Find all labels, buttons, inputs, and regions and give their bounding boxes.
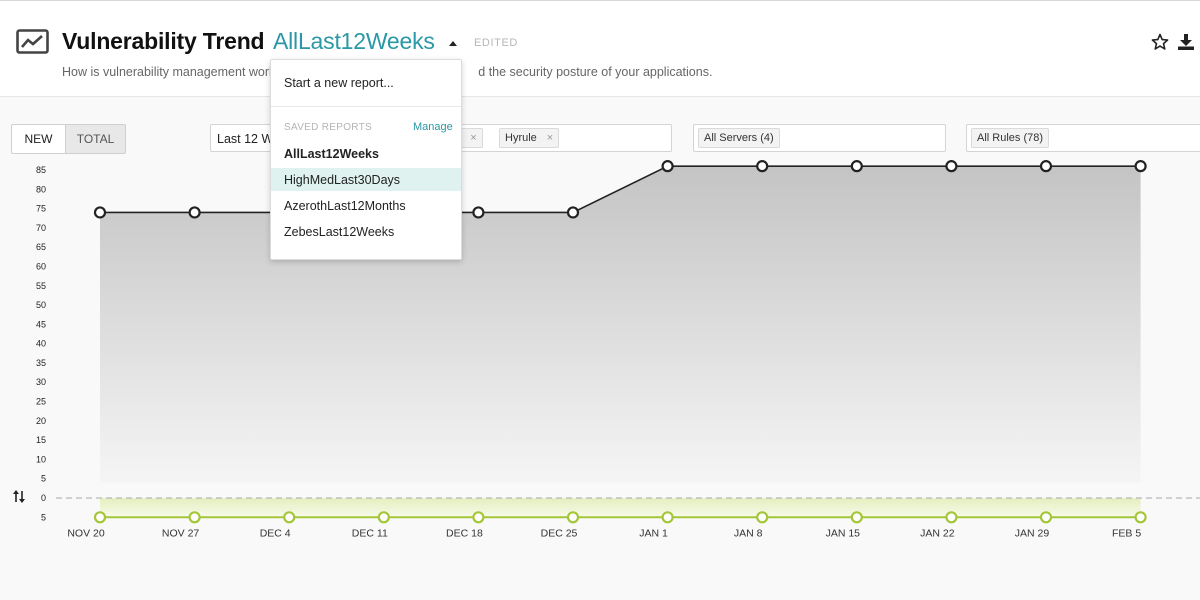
report-selector[interactable]: AllLast12Weeks: [273, 28, 435, 55]
y-tick-label: 45: [36, 319, 46, 329]
y-tick-label: 85: [36, 165, 46, 175]
new-data-point: [1134, 511, 1147, 524]
y-tick-label: 5: [41, 474, 46, 484]
page-title: Vulnerability Trend: [62, 28, 265, 54]
total-data-point: [566, 206, 580, 219]
x-tick-label: JAN 29: [1015, 527, 1050, 539]
x-tick-label: DEC 4: [260, 527, 291, 539]
download-icon[interactable]: [1177, 33, 1195, 51]
x-tick-label: JAN 22: [920, 527, 955, 539]
saved-report-item[interactable]: HighMedLast30Days: [271, 168, 461, 191]
servers-filter[interactable]: All Servers (4): [693, 124, 946, 152]
x-tick-label: JAN 15: [826, 527, 861, 539]
subtitle-left: How is vulnerability management work: [62, 65, 276, 79]
saved-report-item[interactable]: ZebesLast12Weeks: [271, 220, 461, 243]
new-data-point: [945, 511, 958, 524]
new-data-point: [850, 511, 863, 524]
y-tick-label: 25: [36, 397, 46, 407]
total-data-point: [1039, 160, 1053, 173]
environment-filter[interactable]: th× Hyrule×: [440, 124, 672, 152]
chip-remove-icon[interactable]: ×: [547, 132, 553, 144]
new-data-point: [661, 511, 674, 524]
environment-chip: Hyrule ×: [499, 128, 560, 148]
line-chart-icon: [16, 29, 49, 54]
total-data-point: [661, 160, 674, 173]
y-tick-label: 30: [36, 377, 46, 387]
new-data-point: [472, 511, 485, 524]
y-tick-label: 20: [36, 416, 46, 426]
new-data-point: [1039, 511, 1053, 524]
x-tick-label: NOV 27: [162, 527, 200, 539]
total-data-point: [945, 160, 958, 173]
servers-chip: All Servers (4): [698, 128, 780, 148]
start-new-report-item[interactable]: Start a new report...: [271, 60, 461, 107]
saved-report-item[interactable]: AzerothLast12Months: [271, 194, 461, 217]
x-tick-label: JAN 8: [734, 527, 763, 539]
y-tick-label: 75: [36, 204, 46, 214]
new-data-point: [756, 511, 769, 524]
page-header: Vulnerability Trend AllLast12Weeks EDITE…: [0, 0, 1200, 97]
caret-up-icon[interactable]: [449, 41, 457, 46]
total-data-point: [1134, 160, 1147, 173]
total-area: [100, 166, 1141, 483]
saved-reports-dropdown: Start a new report... SAVED REPORTS Mana…: [270, 59, 462, 260]
y-tick-label: 10: [36, 454, 46, 464]
manage-reports-link[interactable]: Manage: [413, 121, 453, 133]
edited-badge: EDITED: [474, 37, 518, 49]
rules-filter[interactable]: All Rules (78): [966, 124, 1200, 152]
new-data-point: [377, 511, 390, 524]
x-tick-label: DEC 18: [446, 527, 483, 539]
y-tick-label: 15: [36, 435, 46, 445]
new-data-point: [93, 511, 107, 524]
chip-label: Hyrule: [505, 132, 537, 144]
saved-reports-header: SAVED REPORTS: [284, 122, 372, 133]
y-tick-label: 5: [41, 512, 46, 522]
y-tick-label: 35: [36, 358, 46, 368]
total-data-point: [850, 160, 863, 173]
x-tick-label: DEC 25: [541, 527, 578, 539]
new-series-band: [100, 498, 1141, 518]
total-data-point: [756, 160, 769, 173]
new-data-point: [566, 511, 580, 524]
total-data-point: [472, 206, 485, 219]
chip-remove-icon[interactable]: ×: [470, 132, 476, 144]
star-icon[interactable]: [1151, 33, 1169, 51]
vulnerability-trend-chart: 85807570656055504540353025201510505NOV 2…: [13, 160, 1200, 539]
y-tick-label: 40: [36, 339, 46, 349]
new-data-point: [188, 511, 201, 524]
x-tick-label: FEB 5: [1112, 527, 1141, 539]
total-data-point: [93, 206, 107, 219]
x-tick-label: NOV 20: [67, 527, 105, 539]
subtitle-right: d the security posture of your applicati…: [478, 65, 713, 79]
saved-report-item[interactable]: AllLast12Weeks: [271, 142, 461, 165]
total-data-point: [188, 206, 201, 219]
y-tick-label: 0: [41, 493, 46, 503]
x-tick-label: DEC 11: [352, 527, 388, 539]
y-tick-label: 50: [36, 300, 46, 310]
y-tick-label: 70: [36, 223, 46, 233]
y-tick-label: 60: [36, 261, 46, 271]
y-tick-label: 55: [36, 281, 46, 291]
new-data-point: [283, 511, 296, 524]
date-range-select[interactable]: Last 12 Weeks: [210, 124, 272, 152]
x-tick-label: JAN 1: [639, 527, 668, 539]
rules-chip: All Rules (78): [971, 128, 1050, 148]
sort-arrows-icon[interactable]: [13, 490, 25, 503]
y-tick-label: 80: [36, 184, 46, 194]
y-tick-label: 65: [36, 242, 46, 252]
